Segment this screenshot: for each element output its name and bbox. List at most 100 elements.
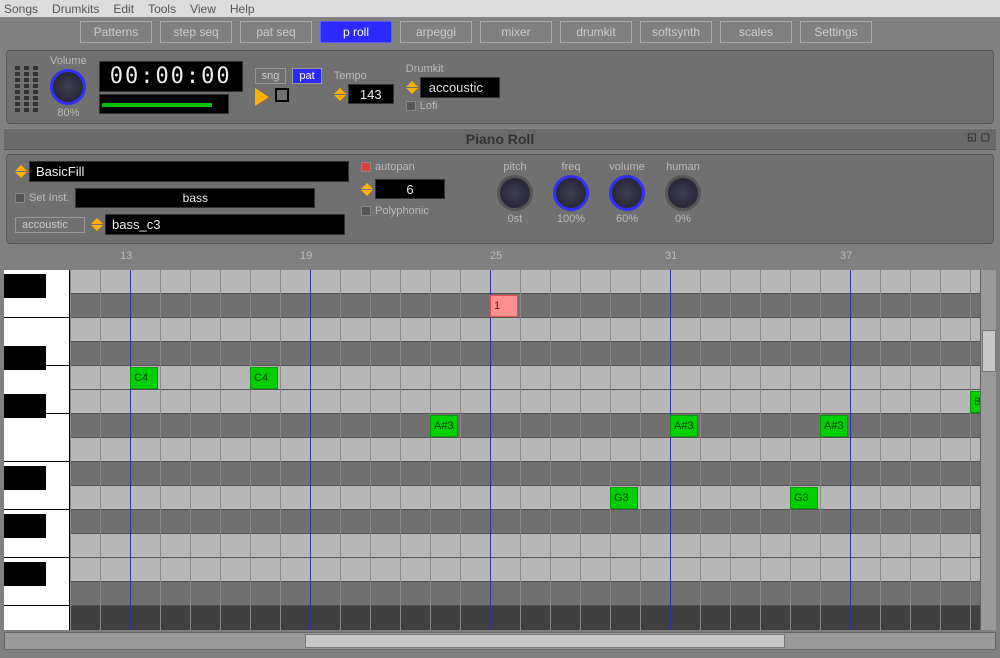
tab-patterns[interactable]: Patterns — [80, 21, 152, 43]
pitch-value: 0st — [508, 213, 523, 225]
time-display: 00:00:00 — [99, 61, 243, 92]
arrow-up-icon[interactable] — [15, 165, 27, 171]
tempo-value[interactable]: 143 — [348, 84, 394, 104]
pitch-label: pitch — [503, 161, 526, 173]
tab-row: Patterns step seq pat seq p roll arpeggi… — [0, 18, 1000, 46]
lofi-checkbox[interactable] — [406, 101, 416, 111]
polyphonic-label: Polyphonic — [375, 205, 429, 217]
arrow-up-icon[interactable] — [406, 81, 418, 87]
menubar: Songs Drumkits Edit Tools View Help — [0, 0, 1000, 18]
volume-label: Volume — [50, 55, 87, 67]
tab-arpeggi[interactable]: arpeggi — [400, 21, 472, 43]
ruler-label: 13 — [120, 250, 132, 262]
human-value: 0% — [675, 213, 691, 225]
timeline-ruler[interactable]: 13 19 25 31 37 — [70, 248, 996, 266]
arrow-down-icon[interactable] — [334, 95, 346, 101]
note-G3[interactable]: G3 — [610, 487, 638, 509]
menu-tools[interactable]: Tools — [148, 2, 176, 16]
note-1[interactable]: 1 — [490, 295, 518, 317]
volume-knob-value: 60% — [616, 213, 638, 225]
note-A#3[interactable]: A#3 — [670, 415, 698, 437]
ruler-label: 37 — [840, 250, 852, 262]
sample-spinner[interactable] — [91, 218, 103, 231]
menu-edit[interactable]: Edit — [113, 2, 134, 16]
pattern-spinner[interactable] — [15, 165, 27, 178]
play-button[interactable] — [255, 88, 269, 106]
vu-meter — [15, 62, 38, 112]
tab-step-seq[interactable]: step seq — [160, 21, 232, 43]
arrow-down-icon[interactable] — [361, 190, 373, 196]
drumkit-value[interactable]: accoustic — [420, 77, 500, 98]
tab-scales[interactable]: scales — [720, 21, 792, 43]
restore-icon[interactable]: ▢ — [981, 132, 990, 143]
tab-pat-seq[interactable]: pat seq — [240, 21, 312, 43]
value-field[interactable]: 6 — [375, 179, 445, 199]
sng-button[interactable]: sng — [255, 68, 287, 84]
instrument-name-field[interactable]: bass — [75, 188, 315, 208]
ruler-label: 25 — [490, 250, 502, 262]
freq-label: freq — [562, 161, 581, 173]
note-G3[interactable]: G3 — [790, 487, 818, 509]
note-A#3[interactable]: A#3 — [430, 415, 458, 437]
note-A#3[interactable]: A#3 — [820, 415, 848, 437]
autopan-checkbox[interactable] — [361, 162, 371, 172]
note-B3[interactable]: B3 — [970, 391, 980, 413]
arrow-down-icon[interactable] — [91, 225, 103, 231]
stop-button[interactable] — [275, 88, 289, 102]
transport-panel: Volume 80% 00:00:00 sng pat Tempo 143 Dr… — [6, 50, 994, 124]
arrow-up-icon[interactable] — [91, 218, 103, 224]
menu-drumkits[interactable]: Drumkits — [52, 2, 99, 16]
drumkit-spinner[interactable] — [406, 81, 418, 94]
volume-knob[interactable] — [50, 69, 86, 105]
tab-settings[interactable]: Settings — [800, 21, 872, 43]
sample-name-field[interactable]: bass_c3 — [105, 214, 345, 235]
value-spinner[interactable] — [361, 183, 373, 196]
tab-drumkit[interactable]: drumkit — [560, 21, 632, 43]
arrow-down-icon[interactable] — [406, 88, 418, 94]
tab-p-roll[interactable]: p roll — [320, 21, 392, 43]
human-label: human — [666, 161, 700, 173]
menu-songs[interactable]: Songs — [4, 2, 38, 16]
editor-titlebar: Piano Roll ◱ ▢ — [4, 128, 996, 150]
drumkit-label: Drumkit — [406, 63, 500, 75]
menu-view[interactable]: View — [190, 2, 216, 16]
menu-help[interactable]: Help — [230, 2, 255, 16]
lofi-label: Lofi — [420, 100, 438, 112]
maximize-icon[interactable]: ◱ — [967, 132, 976, 143]
editor-title-text: Piano Roll — [466, 131, 534, 147]
horizontal-scrollbar[interactable] — [4, 632, 996, 650]
volume-knob-inst[interactable] — [609, 175, 645, 211]
piano-keyboard[interactable] — [4, 270, 70, 630]
tempo-label: Tempo — [334, 70, 394, 82]
volume-value: 80% — [57, 107, 79, 119]
polyphonic-checkbox[interactable] — [361, 206, 371, 216]
scrollbar-thumb[interactable] — [982, 330, 996, 372]
instrument-panel: BasicFill Set Inst. bass accoustic bass_… — [6, 154, 994, 244]
tab-mixer[interactable]: mixer — [480, 21, 552, 43]
autopan-label: autopan — [375, 161, 415, 173]
freq-knob[interactable] — [553, 175, 589, 211]
pitch-knob[interactable] — [497, 175, 533, 211]
pattern-name-field[interactable]: BasicFill — [29, 161, 349, 182]
piano-roll: 1 C4 C4 B3 A#3 A#3 A#3 G3 G3 — [4, 270, 996, 630]
volume-knob-label: volume — [609, 161, 644, 173]
arrow-up-icon[interactable] — [361, 183, 373, 189]
arrow-up-icon[interactable] — [334, 88, 346, 94]
pat-button[interactable]: pat — [292, 68, 321, 84]
ruler-label: 31 — [665, 250, 677, 262]
ruler-label: 19 — [300, 250, 312, 262]
note-C4[interactable]: C4 — [250, 367, 278, 389]
tempo-spinner[interactable] — [334, 88, 346, 101]
vertical-scrollbar[interactable] — [980, 270, 996, 630]
note-grid[interactable]: 1 C4 C4 B3 A#3 A#3 A#3 G3 G3 — [70, 270, 980, 630]
human-knob[interactable] — [665, 175, 701, 211]
note-C4[interactable]: C4 — [130, 367, 158, 389]
set-inst-label: Set Inst. — [29, 192, 69, 204]
tab-softsynth[interactable]: softsynth — [640, 21, 712, 43]
song-progress[interactable] — [99, 94, 229, 114]
arrow-down-icon[interactable] — [15, 172, 27, 178]
freq-value: 100% — [557, 213, 585, 225]
set-inst-checkbox[interactable] — [15, 193, 25, 203]
scrollbar-thumb[interactable] — [305, 634, 785, 648]
kit-select-button[interactable]: accoustic — [15, 217, 85, 233]
